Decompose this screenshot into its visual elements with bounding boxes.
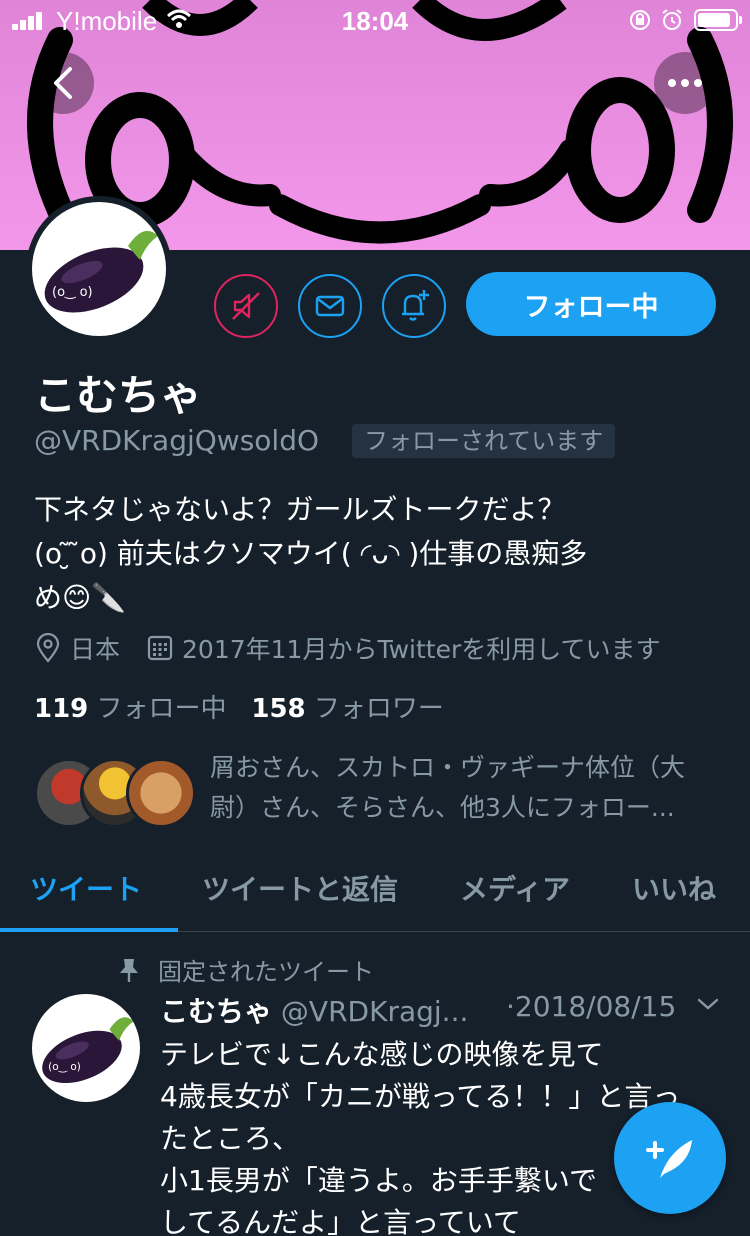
back-icon	[54, 67, 72, 99]
rotation-lock-icon	[630, 10, 650, 30]
message-button[interactable]	[298, 274, 362, 338]
profile-avatar[interactable]: (o‿ o)	[26, 196, 172, 342]
location-text: 日本	[70, 635, 121, 664]
tweet-date: ·2018/08/15	[506, 990, 677, 1023]
tweet-author-handle: @VRDKragj...	[280, 995, 469, 1028]
following-count: 119	[34, 694, 89, 724]
tab-tweets-and-replies[interactable]: ツイートと返信	[202, 868, 398, 908]
location-icon	[36, 633, 60, 663]
tab-media[interactable]: メディア	[460, 868, 570, 908]
more-button[interactable]	[654, 52, 716, 114]
mute-button[interactable]	[214, 274, 278, 338]
active-tab-indicator	[0, 928, 178, 932]
mute-icon	[232, 292, 260, 320]
more-icon	[668, 79, 702, 87]
bio-line: 下ネタじゃないよ？ガールズトークだよ？	[34, 493, 566, 526]
avatar	[126, 758, 196, 828]
tweet-author-avatar[interactable]: (o‿ o)	[32, 994, 140, 1102]
bio-line: め😊🔪	[34, 581, 127, 614]
user-handle: @VRDKragjQwsoldO	[34, 424, 320, 457]
display-name: こむちゃ	[34, 371, 203, 420]
following-link[interactable]: 119 フォロー中	[34, 694, 227, 724]
profile-bio: 下ネタじゃないよ？ガールズトークだよ？ (o ̃͏̮͏ ̃o) 前夫はクソマウイ…	[34, 488, 724, 620]
follow-counts: 119 フォロー中 158 フォロワー	[34, 688, 444, 725]
followers-link[interactable]: 158 フォロワー	[251, 694, 444, 724]
pin-icon	[120, 958, 138, 982]
followers-label: フォロワー	[313, 694, 444, 724]
pinned-label: 固定されたツイート	[118, 952, 374, 987]
tab-tweets[interactable]: ツイート	[30, 868, 142, 908]
notifications-button[interactable]	[382, 274, 446, 338]
status-bar: Y!mobile 18:04	[0, 0, 750, 40]
alarm-icon	[662, 9, 682, 30]
tab-likes[interactable]: いいね	[632, 868, 716, 908]
joined-date: 2017年11月からTwitterを利用しています	[182, 635, 661, 664]
tweet-line: テレビで↓こんな感じの映像を見て	[160, 1038, 604, 1071]
profile-meta: 日本 2017年11月からTwitterを利用しています	[34, 630, 661, 666]
calendar-icon	[147, 635, 173, 661]
bio-line: (o ̃͏̮͏ ̃o) 前夫はクソマウイ( ◜ᴗ◝ )仕事の愚痴多	[34, 537, 588, 570]
compose-tweet-button[interactable]	[614, 1102, 726, 1214]
followers-count: 158	[251, 694, 306, 724]
back-button[interactable]	[32, 52, 94, 114]
tweet-line: してるんだよ」と言っていて	[160, 1206, 521, 1236]
compose-icon	[646, 1140, 692, 1178]
tweet-author[interactable]: こむちゃ @VRDKragj...	[160, 990, 468, 1030]
following-label: フォロー中	[96, 694, 227, 724]
tweet-author-name: こむちゃ	[160, 995, 273, 1028]
svg-text:(o‿ o): (o‿ o)	[48, 1061, 81, 1073]
chevron-down-icon[interactable]	[696, 996, 720, 1012]
battery-icon	[694, 9, 742, 31]
svg-text:(o‿ o): (o‿ o)	[52, 285, 93, 300]
pinned-text: 固定されたツイート	[158, 958, 374, 986]
known-followers-text[interactable]: 屑おさん、スカトロ・ヴァギーナ体位（大尉）さん、そらさん、他3人にフォロー...	[210, 748, 720, 828]
mail-icon	[315, 295, 345, 317]
bell-plus-icon	[402, 290, 429, 321]
profile-tabs: ツイート ツイートと返信 メディア いいね	[0, 850, 750, 932]
following-button[interactable]: フォロー中	[466, 272, 716, 336]
tweet-line: 4歳長女が「カニが戦ってる！！」と言っ	[160, 1080, 681, 1113]
avatar-eggplant-image: (o‿ o)	[32, 202, 166, 336]
follows-you-badge: フォローされています	[352, 424, 616, 458]
